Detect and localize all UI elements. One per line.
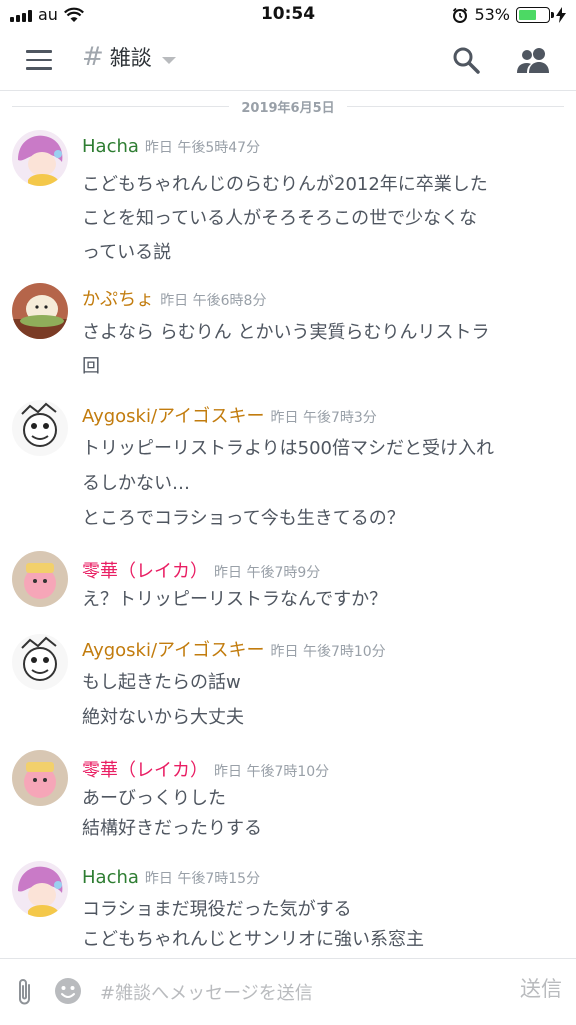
menu-icon[interactable] — [26, 50, 52, 70]
message-text: っている説 — [82, 242, 172, 263]
avatar[interactable] — [12, 861, 68, 917]
send-button[interactable]: 送信 — [520, 973, 562, 1003]
message-header: Aygoski/アイゴスキー 昨日 午後7時3分 — [82, 402, 377, 428]
status-right: 53% — [452, 5, 566, 24]
timestamp: 昨日 午後6時8分 — [160, 293, 267, 309]
message[interactable]: Hacha 昨日 午後5時47分 こどもちゃれんじのらむりんが2012年に卒業した… — [0, 130, 576, 266]
message-input[interactable]: #雑談へメッセージを送信 — [100, 979, 313, 1005]
timestamp: 昨日 午後5時47分 — [144, 140, 261, 156]
channel-header: # 雑談 — [0, 30, 576, 91]
username[interactable]: かぷちょ — [82, 289, 154, 310]
timestamp: 昨日 午後7時10分 — [270, 644, 386, 660]
message-text: ことを知っている人がそろそろこの世で少なくな — [82, 208, 478, 229]
message[interactable]: かぷちょ 昨日 午後6時8分 さよなら らむりん とかいう実質らむりんリストラ 回 — [0, 283, 576, 380]
timestamp: 昨日 午後7時15分 — [144, 871, 261, 887]
avatar[interactable] — [12, 750, 68, 806]
timestamp: 昨日 午後7時9分 — [214, 565, 321, 581]
message-header: かぷちょ 昨日 午後6時8分 — [82, 285, 266, 311]
message-text: 回 — [82, 356, 100, 377]
avatar[interactable] — [12, 400, 68, 456]
message[interactable]: Hacha 昨日 午後7時15分 コラショまだ現役だった気がする こどもちゃれんじ… — [0, 861, 576, 957]
message-text: あーびっくりした — [82, 788, 226, 809]
message-header: 零華（レイカ） 昨日 午後7時10分 — [82, 756, 329, 782]
charging-icon — [556, 6, 566, 23]
username[interactable]: Aygoski/アイゴスキー — [82, 640, 265, 661]
username[interactable]: 零華（レイカ） — [82, 760, 208, 781]
avatar[interactable] — [12, 283, 68, 339]
message-text: 絶対ないから大丈夫 — [82, 707, 244, 728]
search-icon[interactable] — [452, 46, 480, 74]
date-label: 2019年6月5日 — [241, 100, 335, 116]
timestamp: 昨日 午後7時10分 — [214, 764, 330, 780]
message-header: 零華（レイカ） 昨日 午後7時9分 — [82, 557, 320, 583]
username[interactable]: Aygoski/アイゴスキー — [82, 406, 265, 427]
message-text: もし起きたらの話w — [82, 672, 241, 693]
message[interactable]: 零華（レイカ） 昨日 午後7時10分 あーびっくりした 結構好きだったりする — [0, 750, 576, 846]
message-text: るしかない… — [82, 473, 190, 494]
battery-percent: 53% — [474, 5, 510, 24]
message-header: Hacha 昨日 午後5時47分 — [82, 136, 260, 157]
message-text: トリッピーリストラよりは500倍マシだと受け入れ — [82, 438, 494, 459]
message-text: さよなら らむりん とかいう実質らむりんリストラ — [82, 322, 490, 343]
message[interactable]: Aygoski/アイゴスキー 昨日 午後7時3分 トリッピーリストラよりは500倍… — [0, 400, 576, 532]
chevron-down-icon — [161, 56, 176, 64]
battery-icon — [516, 6, 554, 23]
avatar[interactable] — [12, 551, 68, 607]
avatar[interactable] — [12, 130, 68, 186]
username[interactable]: 零華（レイカ） — [82, 561, 208, 582]
username[interactable]: Hacha — [82, 136, 139, 157]
username[interactable]: Hacha — [82, 867, 139, 888]
status-bar: au 10:54 53% — [0, 0, 576, 30]
date-divider: 2019年6月5日 — [12, 96, 564, 116]
message-text: え？トリッピーリストラなんですか？ — [82, 589, 388, 610]
message-text: ところでコラショって今も生きてるの？ — [82, 508, 405, 529]
channel-title[interactable]: # 雑談 — [82, 42, 176, 72]
timestamp: 昨日 午後7時3分 — [270, 410, 377, 426]
message[interactable]: Aygoski/アイゴスキー 昨日 午後7時10分 もし起きたらの話w 絶対ないか… — [0, 634, 576, 731]
emoji-icon[interactable] — [54, 977, 82, 1005]
message-composer: #雑談へメッセージを送信 送信 — [0, 958, 576, 1025]
avatar[interactable] — [12, 634, 68, 690]
message-text: こどもちゃれんじのらむりんが2012年に卒業した — [82, 174, 488, 195]
channel-name: 雑談 — [109, 46, 152, 70]
attach-icon[interactable] — [14, 977, 36, 1007]
message-text: コラショまだ現役だった気がする — [82, 899, 352, 920]
message-header: Hacha 昨日 午後7時15分 — [82, 867, 260, 888]
message[interactable]: 零華（レイカ） 昨日 午後7時9分 え？トリッピーリストラなんですか？ — [0, 551, 576, 617]
message-header: Aygoski/アイゴスキー 昨日 午後7時10分 — [82, 636, 386, 662]
message-text: 結構好きだったりする — [82, 818, 262, 839]
hash-icon: # — [82, 42, 104, 72]
members-icon[interactable] — [515, 46, 551, 74]
alarm-icon — [453, 7, 468, 23]
message-text: こどもちゃれんじとサンリオに強い系窓主 — [82, 929, 424, 950]
